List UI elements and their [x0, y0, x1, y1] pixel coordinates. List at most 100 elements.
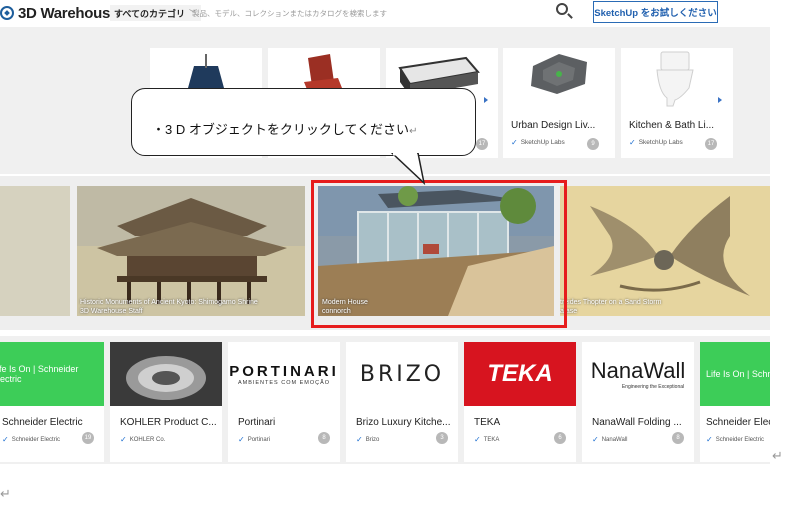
ornate-basin-image [126, 356, 206, 400]
highlight-box [311, 180, 567, 328]
carousel-next-icon[interactable] [484, 97, 488, 103]
brand-card[interactable]: PORTINARI AMBIENTES COM EMOÇÃO Portinari… [228, 342, 340, 462]
author-name: SketchUp Labs [638, 139, 683, 146]
logo-text: Life Is On | Schneider Electric [0, 364, 79, 384]
featured-model-card[interactable] [0, 186, 70, 316]
author-name: TEKA [483, 436, 500, 443]
logo-text: PORTINARI [229, 362, 339, 380]
model-title: Urban Design Liv... [511, 120, 596, 131]
callout-text: ・3 D オブジェクトをクリックしてください↵ [152, 119, 417, 138]
verified-check-icon: ✓ [474, 435, 481, 444]
verified-check-icon: ✓ [706, 435, 713, 444]
featured-title: Historic Monuments of Ancient Kyoto: Shi… [80, 299, 258, 306]
instruction-callout: ・3 D オブジェクトをクリックしてください↵ [131, 88, 476, 156]
author-name: Schneider Electric [715, 436, 765, 443]
author-name: SketchUp Labs [520, 139, 565, 146]
brand-card[interactable]: TEKA TEKA ✓ TEKA 6 [464, 342, 576, 462]
brand-name: TEKA [474, 417, 501, 428]
return-mark: ↵ [409, 126, 418, 137]
featured-author: 3D Warehouse Staff [80, 308, 143, 315]
logo-text: Life Is On | Schneider [706, 369, 770, 379]
brand-card[interactable]: Life Is On | Schneider Electric Schneide… [0, 342, 104, 462]
carousel-next-icon[interactable] [718, 97, 722, 103]
schneider-logo: Life Is On | Schneider Electric [0, 342, 104, 406]
search-icon[interactable] [556, 3, 568, 15]
brand-author: ✓ Portinari [238, 435, 270, 444]
category-label: すべてのカテゴリ [114, 8, 186, 19]
brand-name: NanaWall Folding ... [592, 417, 682, 428]
model-count-badge: 9 [587, 138, 599, 150]
site-logo[interactable]: 3D Warehouse [0, 3, 118, 23]
schneider-logo: Life Is On | Schneider [700, 342, 770, 406]
verified-check-icon: ✓ [238, 435, 245, 444]
brand-author: ✓ TEKA [474, 435, 499, 444]
brand-name: KOHLER Product C... [120, 417, 217, 428]
category-dropdown[interactable]: すべてのカテゴリ ﹀ [110, 5, 202, 21]
author-name: Schneider Electric [11, 436, 61, 443]
brizo-logo: BRIZO [346, 342, 458, 406]
featured-caption: Historic Monuments of Ancient Kyoto: Shi… [80, 298, 258, 316]
warehouse-logo-icon [0, 6, 14, 20]
model-card[interactable]: Urban Design Liv... ✓ SketchUp Labs 9 [503, 48, 615, 158]
featured-title: treides Thopter on a Sand Storm [560, 299, 662, 306]
logo-text: BRIZO [359, 361, 445, 387]
brand-card[interactable]: NanaWall Engineering the Exceptional Nan… [582, 342, 694, 462]
brand-author: ✓ Schneider Electric [2, 435, 60, 444]
model-count-badge: 17 [705, 138, 717, 150]
verified-check-icon: ✓ [356, 435, 363, 444]
brand-name: Brizo Luxury Kitche... [356, 417, 451, 428]
kohler-thumbnail [110, 342, 222, 406]
search-input[interactable]: 製品、モデル、コレクションまたはカタログを検索します [190, 4, 577, 22]
brand-card[interactable]: KOHLER Product C... ✓ KOHLER Co. [110, 342, 222, 462]
model-author: ✓ SketchUp Labs [511, 138, 565, 147]
logo-text: TEKA [487, 360, 553, 387]
brand-count-badge: 19 [82, 432, 94, 444]
author-name: KOHLER Co. [129, 436, 166, 443]
featured-model-card[interactable]: Historic Monuments of Ancient Kyoto: Shi… [77, 186, 305, 316]
brand-count-badge: 6 [554, 432, 566, 444]
featured-model-card[interactable]: treides Thopter on a Sand Storm atase [560, 186, 770, 316]
brand-count-badge: 8 [672, 432, 684, 444]
logo-text: NanaWall [590, 358, 686, 383]
brand-author: ✓ Schneider Electric [706, 435, 764, 444]
callout-pointer [390, 153, 426, 185]
return-mark: ↵ [772, 448, 783, 463]
logo-text: 3D Warehouse [18, 4, 119, 22]
teka-logo: TEKA [464, 342, 576, 406]
portinari-logo: PORTINARI AMBIENTES COM EMOÇÃO [228, 342, 340, 406]
brand-count-badge: 8 [318, 432, 330, 444]
logo-subtext: AMBIENTES COM EMOÇÃO [237, 379, 331, 386]
brand-count-badge: 3 [436, 432, 448, 444]
featured-caption: treides Thopter on a Sand Storm atase [560, 298, 661, 316]
author-name: NanaWall [601, 436, 628, 443]
top-bar: 3D Warehouse すべてのカテゴリ ﹀ 製品、モデル、コレクションまたは… [0, 0, 800, 26]
brand-name: Schneider Elec [706, 417, 770, 428]
brand-name: Schneider Electric [2, 417, 83, 428]
urban-design-thumbnail [531, 54, 587, 94]
logo-subtext: Engineering the Exceptional [621, 384, 685, 390]
brand-author: ✓ KOHLER Co. [120, 435, 165, 444]
model-card[interactable]: Kitchen & Bath Li... ✓ SketchUp Labs 17 [621, 48, 733, 158]
verified-check-icon: ✓ [629, 138, 636, 147]
verified-check-icon: ✓ [120, 435, 127, 444]
verified-check-icon: ✓ [511, 138, 518, 147]
brand-name: Portinari [238, 417, 276, 428]
author-name: Brizo [365, 436, 380, 443]
shrine-thumbnail [77, 186, 305, 304]
nanawall-logo: NanaWall Engineering the Exceptional [582, 342, 694, 406]
brand-card[interactable]: Life Is On | Schneider Schneider Elec ✓S… [700, 342, 770, 462]
model-title: Kitchen & Bath Li... [629, 120, 715, 131]
brand-author: ✓ NanaWall [592, 435, 628, 444]
model-count-badge: 17 [476, 138, 488, 150]
try-sketchup-button[interactable]: SketchUp をお試しください [593, 1, 718, 23]
verified-check-icon: ✓ [592, 435, 599, 444]
author-name: Portinari [247, 436, 271, 443]
thopter-thumbnail [560, 186, 770, 316]
return-mark: ↵ [0, 486, 11, 501]
callout-message: ・3 D オブジェクトをクリックしてください [152, 122, 410, 137]
toilet-thumbnail [656, 51, 694, 107]
verified-check-icon: ✓ [2, 435, 9, 444]
brand-card[interactable]: BRIZO Brizo Luxury Kitche... ✓ Brizo 3 [346, 342, 458, 462]
brand-author: ✓ Brizo [356, 435, 379, 444]
model-author: ✓ SketchUp Labs [629, 138, 683, 147]
